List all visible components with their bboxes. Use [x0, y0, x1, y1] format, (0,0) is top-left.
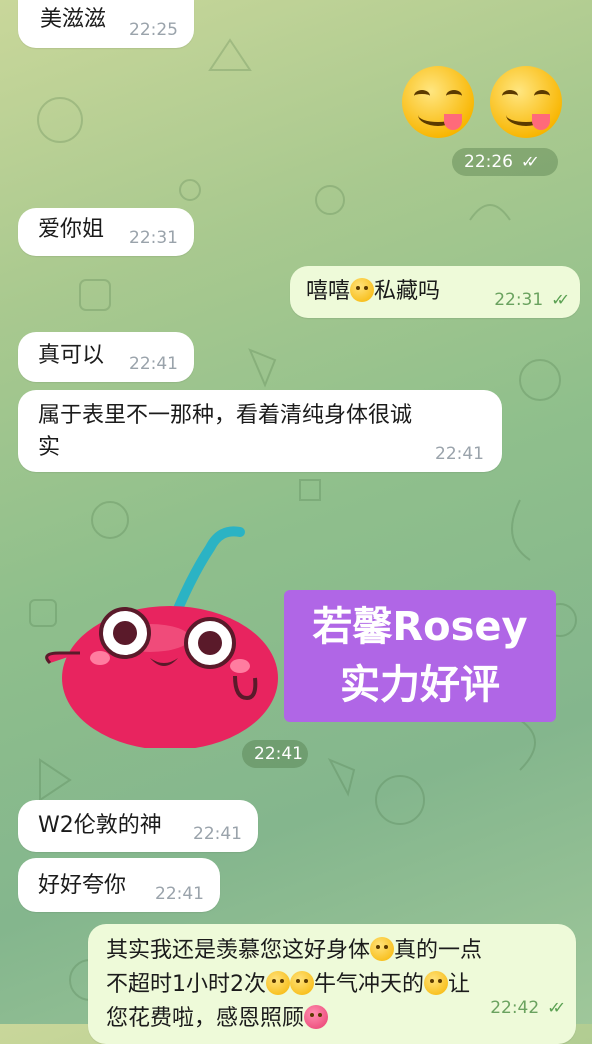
message-text: W2伦敦的神 [38, 813, 162, 838]
message-text: 爱你姐 [38, 217, 105, 242]
message-text: 真的一点 [394, 938, 483, 963]
message-bubble-7[interactable]: W2伦敦的神 22:41 [18, 800, 258, 852]
message-bubble-6[interactable]: 属于表里不一那种，看着清纯身体很诚 实 22:41 [18, 390, 502, 472]
message-text: 嘻嘻 [306, 279, 351, 304]
message-text: 其实我还是羡慕您这好身体 [106, 938, 371, 963]
sticker-caption: 若馨Rosey 实力好评 [284, 590, 556, 722]
double-check-icon: ✓✓ [547, 998, 566, 1017]
message-time-pill: 22:26 ✓✓ [452, 148, 558, 176]
message-time: 22:41 [435, 444, 484, 464]
heart-gift-emoji-icon [304, 1005, 329, 1029]
sticker-caption-line1: 若馨Rosey [312, 604, 528, 650]
cherry-sticker [45, 526, 278, 748]
smile-emoji-icon [350, 278, 375, 302]
message-bubble-8[interactable]: 好好夸你 22:41 [18, 858, 220, 912]
message-bubble-1[interactable]: 美滋滋 22:25 [18, 0, 194, 48]
message-time: 22:26 [464, 152, 513, 172]
message-time: 22:25 [129, 20, 178, 40]
message-text: 真可以 [38, 343, 105, 368]
message-bubble-3[interactable]: 爱你姐 22:31 [18, 208, 194, 256]
double-check-icon: ✓✓ [521, 152, 540, 171]
sticker-caption-line2: 实力好评 [340, 662, 500, 708]
message-bubble-5[interactable]: 真可以 22:41 [18, 332, 194, 382]
star-struck-emoji-icon [370, 937, 395, 961]
yum-emoji-icon [490, 66, 562, 138]
message-text: 牛气冲天的 [314, 972, 425, 997]
message-text: 私藏吗 [374, 279, 441, 304]
double-check-icon: ✓✓ [551, 290, 570, 309]
message-time: 22:41 [254, 744, 303, 764]
yum-emoji-icon [266, 971, 290, 995]
message-time: 22:31 [129, 228, 178, 248]
message-text: 您花费啦，感恩照顾 [106, 1006, 305, 1031]
message-time: 22:41 [155, 884, 204, 904]
message-time: 22:41 [193, 824, 242, 844]
message-text: 美滋滋 [40, 7, 107, 32]
message-text: 实 [38, 435, 61, 460]
message-time-pill: 22:41 [242, 740, 308, 768]
yum-emoji-icon [290, 971, 314, 995]
message-bubble-4[interactable]: 嘻嘻 私藏吗 22:31 ✓✓ [290, 266, 580, 318]
message-text: 好好夸你 [38, 873, 127, 898]
yum-emoji-icon [402, 66, 474, 138]
message-text: 让 [448, 972, 471, 997]
message-time: 22:41 [129, 354, 178, 374]
message-time: 22:31 [494, 290, 544, 310]
message-time: 22:42 [490, 998, 540, 1018]
grin-emoji-icon [424, 971, 449, 995]
message-text: 属于表里不一那种，看着清纯身体很诚 [38, 403, 413, 428]
message-bubble-9[interactable]: 其实我还是羡慕您这好身体 真的一点 不超时1小时2次 牛气冲天的让 您花费啦，感恩照… [88, 924, 576, 1044]
message-text: 不超时1小时2次 [106, 972, 266, 997]
